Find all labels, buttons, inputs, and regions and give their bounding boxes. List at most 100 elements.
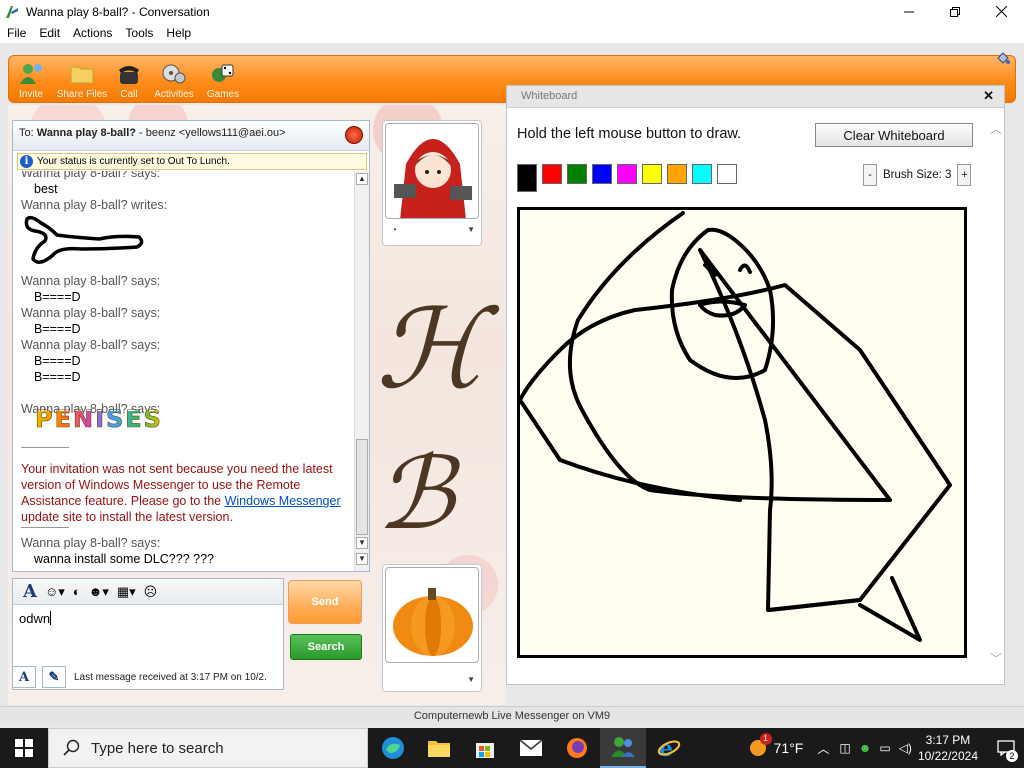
messenger-app[interactable]	[600, 728, 646, 768]
message-text: wanna install some DLC??? ???	[34, 552, 214, 566]
history-scrollbar[interactable]: ▲ ▼ ▼	[354, 171, 369, 571]
meet-now-icon[interactable]: ◫	[839, 741, 850, 755]
invite-icon	[20, 64, 42, 84]
color-swatch-green[interactable]	[567, 164, 587, 184]
whiteboard-panel: Whiteboard ✕ Hold the left mouse button …	[506, 85, 1005, 685]
color-swatch-magenta[interactable]	[617, 164, 637, 184]
brush-increase-button[interactable]: +	[957, 164, 972, 186]
mail-app[interactable]	[508, 728, 554, 768]
message-sender: Wanna play 8-ball? writes:	[21, 198, 168, 212]
brush-decrease-button[interactable]: -	[863, 164, 877, 186]
message-text: best	[34, 182, 58, 196]
voice-clip-icon[interactable]: ◐	[73, 583, 81, 601]
send-button[interactable]: Send	[288, 580, 362, 624]
message-sender: Wanna play 8-ball? says:	[21, 536, 161, 550]
block-icon[interactable]	[345, 126, 363, 144]
close-button[interactable]	[978, 0, 1024, 23]
start-button[interactable]	[0, 728, 48, 768]
scroll-up-icon[interactable]: ▲	[356, 173, 368, 185]
invite-button[interactable]: Invite	[9, 56, 53, 100]
anime-girl-avatar	[386, 124, 478, 218]
chevron-up-icon[interactable]: ︿	[990, 120, 1002, 137]
my-avatar	[385, 567, 479, 663]
messenger-buddies-icon	[611, 737, 635, 757]
color-swatch-blue[interactable]	[592, 164, 612, 184]
maximize-button[interactable]	[932, 0, 978, 23]
notification-center[interactable]: 2	[988, 728, 1024, 768]
recipient-name: Wanna play 8-ball?	[36, 127, 136, 139]
scroll-end-icon[interactable]: ▼	[356, 553, 368, 565]
paint-bucket-icon[interactable]	[995, 50, 1011, 66]
clock-date: 10/22/2024	[917, 749, 978, 763]
network-icon[interactable]: ▭	[879, 741, 890, 755]
call-button[interactable]: Call	[110, 56, 148, 100]
webcam-icon[interactable]: ◔	[391, 225, 397, 236]
menu-bar: File Edit Actions Tools Help	[0, 23, 1024, 43]
chevron-up-icon[interactable]: ︿	[817, 740, 829, 757]
menu-help[interactable]: Help	[159, 26, 197, 40]
font-icon[interactable]: A	[23, 581, 37, 602]
menu-edit[interactable]: Edit	[32, 26, 66, 40]
games-icon	[212, 64, 234, 82]
message-text: B====D	[34, 290, 81, 304]
internet-explorer-app[interactable]: e	[646, 728, 692, 768]
message-text: B====D	[34, 370, 81, 384]
windows-messenger-link[interactable]: Windows Messenger	[225, 494, 341, 508]
clock[interactable]: 3:17 PM 10/22/2024	[918, 732, 978, 764]
volume-icon[interactable]: ◁)	[899, 741, 912, 755]
conversation-panel: To: Wanna play 8-ball? - beenz <yellows1…	[12, 120, 370, 572]
activities-button[interactable]: Activities	[149, 56, 199, 100]
color-swatch-red[interactable]	[542, 164, 562, 184]
firefox-icon	[567, 738, 587, 758]
scroll-down-icon[interactable]: ▼	[356, 537, 368, 549]
emoticon-icon[interactable]: ☺▾	[45, 583, 65, 601]
color-swatch-white[interactable]	[717, 164, 737, 184]
file-explorer-app[interactable]	[416, 728, 462, 768]
color-swatch-yellow[interactable]	[642, 164, 662, 184]
brush-size-control: - Brush Size: 3 +	[863, 164, 972, 186]
clear-whiteboard-button[interactable]: Clear Whiteboard	[815, 123, 973, 147]
message-input[interactable]: odwn	[19, 611, 52, 626]
messenger-icon	[6, 5, 18, 18]
firefox-app[interactable]	[554, 728, 600, 768]
message-text: B====D	[34, 354, 81, 368]
weather-widget[interactable]: 1 71°F	[746, 733, 803, 760]
contact-display-picture[interactable]: ◔ ▼	[382, 120, 482, 246]
drawing-canvas[interactable]	[517, 207, 967, 658]
scroll-thumb[interactable]	[356, 439, 368, 535]
chevron-down-icon[interactable]: ▼	[467, 225, 475, 234]
taskbar-search[interactable]: Type here to search	[48, 728, 368, 768]
whiteboard-instruction: Hold the left mouse button to draw.	[517, 126, 742, 142]
background-icon[interactable]: ▦▾	[117, 583, 136, 601]
menu-file[interactable]: File	[0, 26, 32, 40]
chevron-down-icon[interactable]: ﹀	[990, 650, 1002, 667]
handwriting-tab[interactable]: ✎	[42, 666, 66, 688]
games-button[interactable]: Games	[201, 56, 245, 100]
edge-app[interactable]	[370, 728, 416, 768]
color-swatch-black[interactable]	[517, 164, 537, 192]
my-display-picture[interactable]: ▼	[382, 564, 482, 692]
contact-avatar	[385, 123, 479, 219]
nudge-icon[interactable]: ☹	[144, 583, 158, 601]
whiteboard-scrollbar[interactable]: ︿ ﹀	[990, 120, 1002, 670]
windows-taskbar: Type here to search e 1 71°F ︿ ◫ ☻ ▭ ◁) …	[0, 728, 1024, 768]
menu-actions[interactable]: Actions	[66, 26, 118, 40]
color-swatch-cyan[interactable]	[692, 164, 712, 184]
whiteboard-close-icon[interactable]: ✕	[983, 88, 994, 104]
search-button[interactable]: Search	[290, 634, 362, 660]
brush-size-label: Brush Size: 3	[883, 169, 952, 181]
film-reel-icon	[162, 64, 186, 84]
store-app[interactable]	[462, 728, 508, 768]
divider	[21, 447, 69, 448]
menu-tools[interactable]: Tools	[118, 26, 159, 40]
status-notice: i Your status is currently set to Out To…	[17, 153, 367, 170]
share-files-button[interactable]: Share Files	[53, 56, 111, 100]
chevron-down-icon[interactable]: ▼	[467, 675, 475, 684]
error-message: Your invitation was not sent because you…	[21, 462, 341, 524]
color-swatch-orange[interactable]	[667, 164, 687, 184]
text-mode-tab[interactable]: A	[12, 666, 36, 688]
minimize-button[interactable]	[886, 0, 932, 23]
wink-icon[interactable]: ☻▾	[89, 583, 109, 601]
messenger-tray-icon[interactable]: ☻	[859, 741, 872, 755]
rainbow-text: PENISES	[35, 405, 163, 433]
